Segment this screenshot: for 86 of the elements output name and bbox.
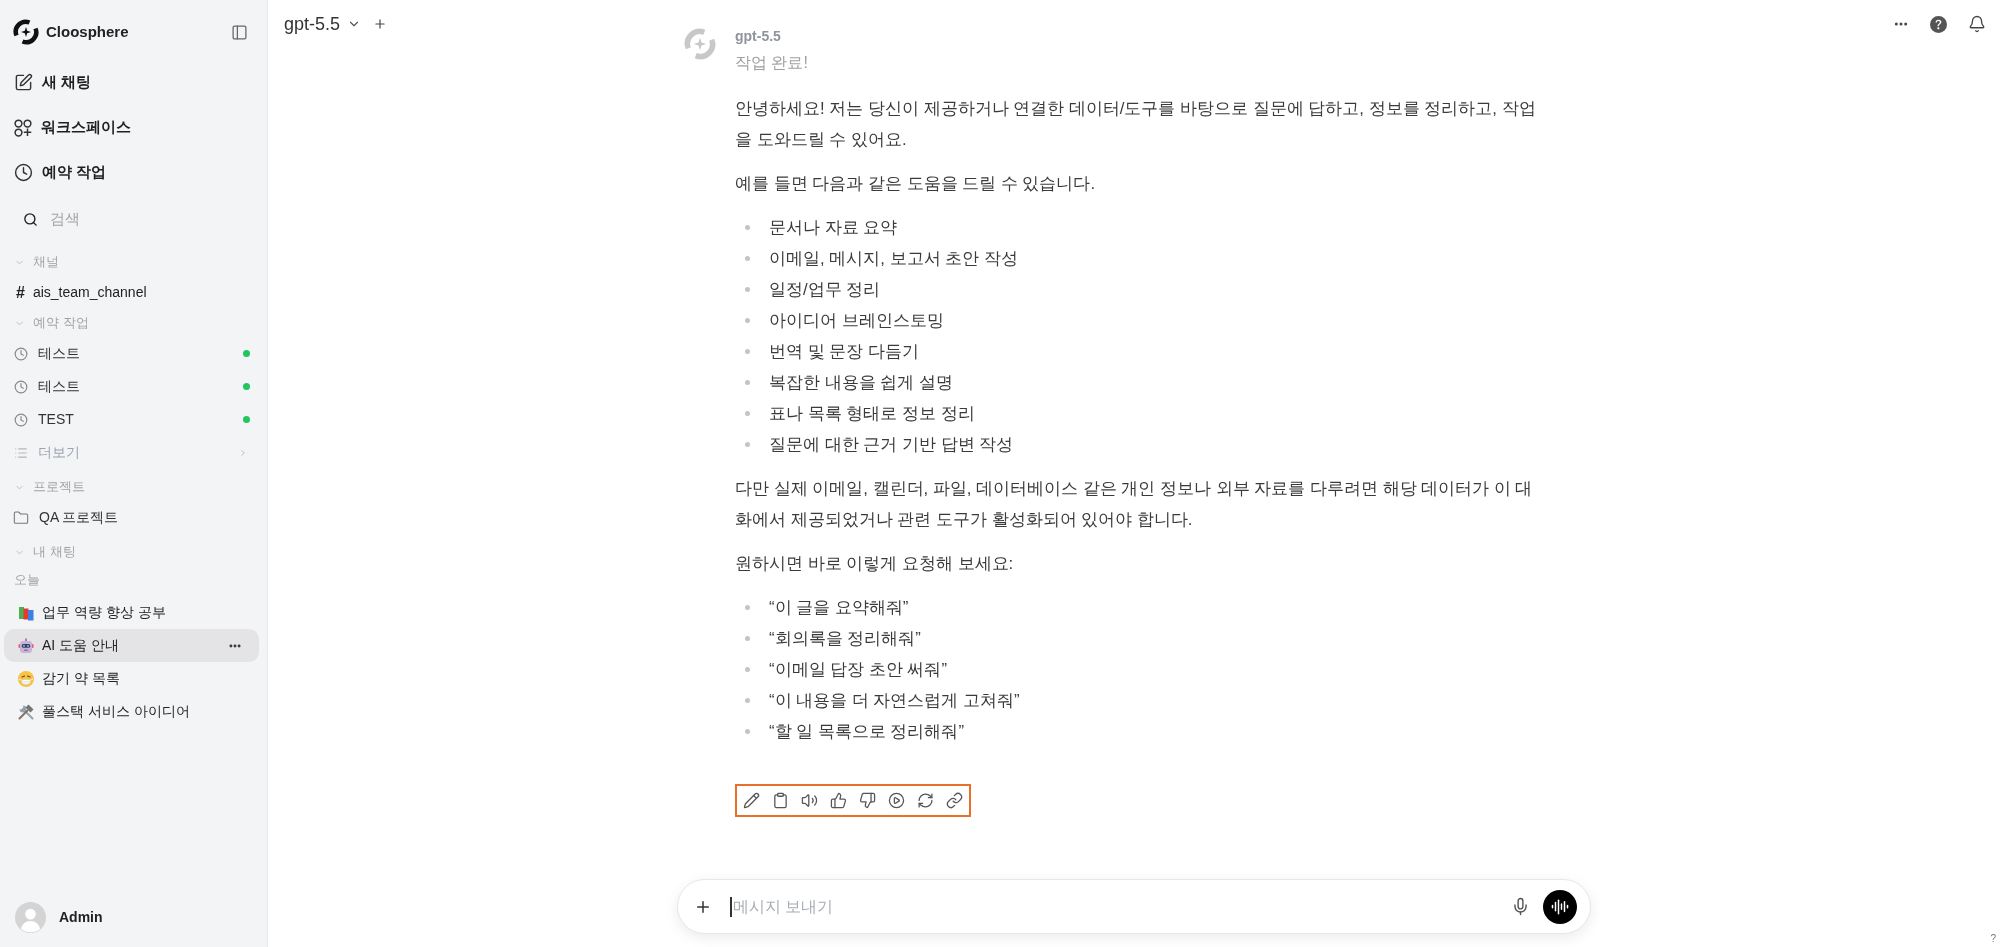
search-icon (23, 211, 38, 227)
bullet-icon (745, 349, 750, 354)
list-item: 표나 목록 형태로 정보 정리 (769, 403, 975, 425)
message-composer[interactable]: 메시지 보내기 (677, 879, 1591, 934)
group-title: 오늘 (14, 571, 40, 590)
bullet-icon (745, 729, 750, 734)
link-icon (946, 792, 963, 809)
message-paragraph: 안녕하세요! 저는 당신이 제공하거나 연결한 데이터/도구를 바탕으로 질문에 답하고, 정보를 정리하고, 작업을 도와드릴 수 있어요. (735, 98, 1537, 151)
bullet-icon (745, 667, 750, 672)
nav-item[interactable]: 새 채팅 (4, 60, 259, 105)
message-paragraph: 원하시면 바로 이렇게 요청해 보세요: (735, 553, 1015, 575)
logo-icon (13, 19, 39, 45)
bullet-icon (745, 698, 750, 703)
corner-help-button[interactable]: ? (1990, 933, 1996, 945)
panel-icon (231, 23, 248, 41)
bullet-icon (745, 411, 750, 416)
clipboard-icon (772, 792, 789, 809)
list-item: 문서나 자료 요약 (769, 217, 898, 239)
list-item: “할 일 목록으로 정리해줘” (769, 721, 965, 743)
chat-item[interactable]: 풀스택 서비스 아이디어 (4, 695, 259, 728)
hammer-and-wrench-icon (18, 703, 34, 720)
nav-item[interactable]: 예약 작업 (4, 150, 259, 195)
bullet-icon (745, 287, 750, 292)
user-name: Admin (59, 907, 103, 927)
task-item[interactable]: 테스트 (4, 370, 259, 403)
notifications-button[interactable] (1968, 15, 1986, 33)
list-item: 번역 및 문장 다듬기 (769, 341, 919, 363)
list-item: 복잡한 내용을 쉽게 설명 (769, 372, 953, 394)
list-item: “이메일 답장 초안 써줘” (769, 659, 948, 681)
list-item: “이 글을 요약해줘” (769, 597, 909, 619)
list-item: 아이디어 브레인스토밍 (769, 310, 944, 332)
channel-item[interactable]: # ais_team_channel (4, 276, 259, 309)
model-avatar-icon (684, 28, 716, 60)
pencil-icon (743, 792, 760, 809)
books-icon (18, 604, 34, 621)
speaker-icon (801, 792, 818, 809)
list-icon (14, 445, 28, 460)
bullet-icon (745, 256, 750, 261)
add-model-button[interactable] (373, 17, 388, 31)
thumbs-up-icon (830, 792, 847, 809)
bell-icon (1968, 15, 1986, 33)
list-item: “이 내용을 더 자연스럽게 고쳐줘” (769, 690, 1020, 712)
play-icon (888, 792, 905, 809)
waveform-icon (1551, 897, 1569, 916)
chat-item[interactable]: 업무 역량 향상 공부 (4, 596, 259, 629)
message-paragraph: 예를 들면 다음과 같은 도움을 드릴 수 있습니다. (735, 173, 1097, 195)
help-button[interactable] (1930, 15, 1947, 33)
task-item[interactable]: TEST (4, 403, 259, 436)
masked-face-icon (18, 670, 34, 687)
clock-icon (14, 163, 33, 182)
bullet-icon (745, 380, 750, 385)
project-item[interactable]: QA 프로젝트 (4, 501, 259, 534)
list-item: 이메일, 메시지, 보고서 초안 작성 (769, 248, 1018, 270)
nav-item[interactable]: 워크스페이스 (4, 105, 259, 150)
bullet-icon (745, 636, 750, 641)
chat-item[interactable]: 감기 약 목록 (4, 662, 259, 695)
help-icon (1930, 15, 1947, 33)
refresh-icon (917, 792, 934, 809)
bullet-icon (745, 605, 750, 610)
sidebar-toggle-button[interactable] (231, 23, 248, 41)
clock-icon (14, 412, 28, 427)
chevron-right-icon (238, 447, 248, 458)
search-field[interactable]: 검색 (50, 207, 210, 231)
robot-icon (18, 637, 34, 654)
plus-icon (373, 17, 388, 31)
folder-icon (13, 509, 29, 526)
brand-name: Cloosphere (46, 21, 130, 42)
message-model-name: gpt-5.5 (735, 27, 782, 46)
list-item: 일정/업무 정리 (769, 279, 881, 301)
new-chat-icon (14, 73, 33, 92)
clock-icon (14, 379, 28, 394)
message-status: 작업 완료! (735, 53, 809, 73)
list-item: “회의록을 정리해줘” (769, 628, 921, 650)
workspace-icon (14, 118, 32, 137)
bullet-icon (745, 225, 750, 230)
model-selector[interactable]: gpt-5.5 (284, 10, 362, 38)
list-item: 질문에 대한 근거 기반 답변 작성 (769, 434, 1014, 456)
bullet-icon (745, 318, 750, 323)
message-paragraph: 다만 실제 이메일, 캘린더, 파일, 데이터베이스 같은 개인 정보나 외부 자료를 다루려면 해당 데이터가 이 대화에서 제공되었거나 관련 도구가 활성화되어 있어야 합니다. (735, 478, 1534, 531)
clock-icon (14, 346, 28, 361)
task-item[interactable]: 테스트 (4, 337, 259, 370)
thumbs-down-icon (859, 792, 876, 809)
voice-mode-button[interactable] (1543, 889, 1577, 924)
message-input[interactable]: 메시지 보내기 (732, 894, 1510, 919)
chat-item[interactable]: AI 도움 안내 (4, 629, 259, 662)
bullet-icon (745, 442, 750, 447)
